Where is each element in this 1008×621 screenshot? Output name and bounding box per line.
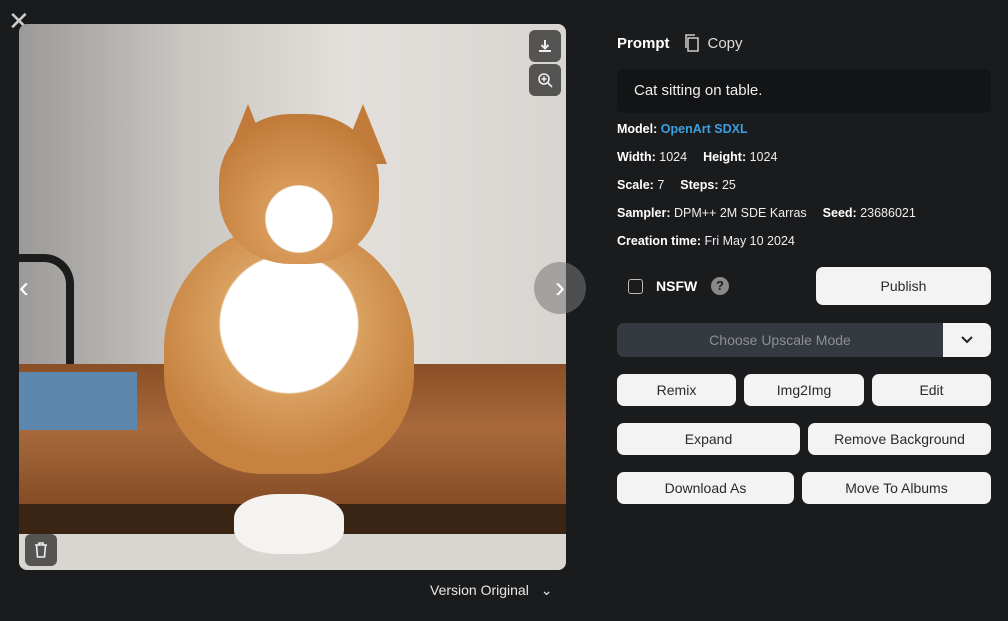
previous-button[interactable]: ‹ [0,262,50,314]
chevron-right-icon: › [555,271,565,304]
version-select[interactable]: Version Original ⌄ [430,582,552,599]
remove-background-button[interactable]: Remove Background [808,423,991,455]
copy-label: Copy [707,34,743,52]
nsfw-checkbox[interactable] [628,279,643,294]
meta-size: Width: 1024 Height: 1024 [617,150,778,164]
download-as-button[interactable]: Download As [617,472,794,504]
upscale-mode-select[interactable]: Choose Upscale Mode [617,323,943,357]
chevron-left-icon: ‹ [19,271,29,304]
help-icon[interactable]: ? [711,277,729,295]
download-icon [539,40,551,52]
move-to-albums-button[interactable]: Move To Albums [802,472,991,504]
prompt-heading: Prompt [617,34,670,52]
generated-image [19,24,566,570]
meta-sampler: Sampler: DPM++ 2M SDE Karras Seed: 236860… [617,206,916,220]
edit-button[interactable]: Edit [872,374,991,406]
meta-model: Model: OpenArt SDXL [617,122,748,136]
chevron-down-icon [961,336,973,344]
prompt-text: Cat sitting on table. [617,69,991,113]
upscale-dropdown-button[interactable] [943,323,991,357]
img2img-button[interactable]: Img2Img [744,374,864,406]
copy-icon [684,34,699,52]
zoom-in-icon [538,73,553,88]
delete-button[interactable] [25,534,57,566]
cat-paws [234,494,344,554]
nsfw-label: NSFW [656,278,698,294]
version-label: Version Original [430,582,529,598]
download-button[interactable] [529,30,561,62]
zoom-in-button[interactable] [529,64,561,96]
meta-creation: Creation time: Fri May 10 2024 [617,234,795,248]
cloth [19,372,137,430]
meta-scale: Scale: 7 Steps: 25 [617,178,736,192]
expand-button[interactable]: Expand [617,423,800,455]
trash-icon [35,542,47,558]
next-button[interactable]: › [534,262,586,314]
copy-button[interactable]: Copy [684,34,743,52]
remix-button[interactable]: Remix [617,374,736,406]
chevron-down-icon: ⌄ [540,582,553,598]
publish-button[interactable]: Publish [816,267,991,305]
model-link[interactable]: OpenArt SDXL [661,122,748,136]
cat-head [219,114,379,264]
